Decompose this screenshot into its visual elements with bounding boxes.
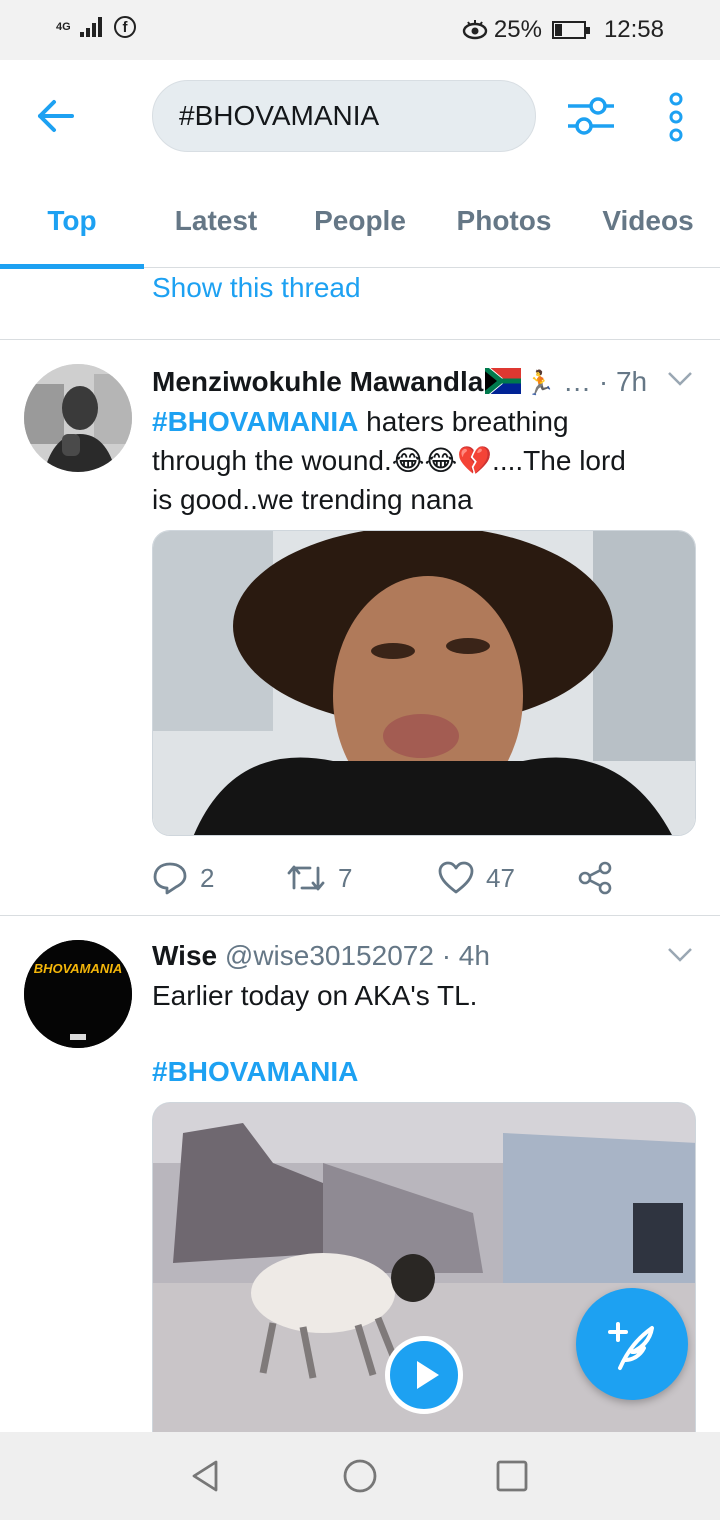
search-input[interactable]: #BHOVAMANIA xyxy=(152,80,536,152)
tweet-text: Earlier today on AKA's TL. xyxy=(152,980,478,1011)
tweet-actions: 2 7 47 xyxy=(152,856,652,900)
reply-count: 2 xyxy=(200,862,215,893)
nav-home-icon[interactable] xyxy=(342,1458,378,1494)
status-right: 25% 12:58 xyxy=(462,16,664,44)
signal-icon xyxy=(80,17,102,37)
runner-emoji-icon: 🏃 xyxy=(525,370,556,397)
clock: 12:58 xyxy=(603,16,664,43)
tab-photos[interactable]: Photos xyxy=(432,178,576,268)
share-button[interactable] xyxy=(578,856,612,900)
author-handle: … xyxy=(563,366,592,397)
chevron-down-icon[interactable] xyxy=(666,946,694,964)
tweet-divider xyxy=(0,915,720,916)
battery-fill xyxy=(554,24,563,36)
avatar[interactable]: BHOVAMANIA xyxy=(24,940,132,1048)
avatar-logo-text: BHOVAMANIA xyxy=(34,961,123,976)
tab-videos[interactable]: Videos xyxy=(576,178,720,268)
tweet-emojis: 😂😂💔 xyxy=(391,445,493,476)
play-video-button[interactable] xyxy=(385,1336,463,1414)
search-filter-icon[interactable] xyxy=(566,94,616,138)
tweet-divider xyxy=(0,339,720,340)
south-africa-flag-icon xyxy=(483,364,522,398)
author-handle: @wise30152072 xyxy=(224,940,434,971)
retweet-icon xyxy=(287,865,325,891)
nav-back-icon[interactable] xyxy=(188,1458,224,1494)
tweet-image[interactable] xyxy=(152,530,696,836)
tweet-hashtag: #BHOVAMANIA xyxy=(152,1052,632,1091)
reply-button[interactable]: 2 xyxy=(152,856,214,900)
tab-top[interactable]: Top xyxy=(0,178,144,269)
chevron-down-icon[interactable] xyxy=(666,370,694,388)
tweet-header: Menziwokuhle Mawandla 🏃 … · 7h xyxy=(152,364,648,398)
avatar-graphic: BHOVAMANIA xyxy=(24,940,132,1048)
retweet-count: 7 xyxy=(338,862,353,893)
avatar-photo xyxy=(24,364,132,472)
eye-comfort-icon xyxy=(462,20,488,40)
nav-recents-icon[interactable] xyxy=(494,1458,530,1494)
facebook-notification-icon: f xyxy=(114,16,136,38)
tweet-header: Wise @wise30152072 · 4h xyxy=(152,940,490,972)
tweet-time: · 7h xyxy=(598,366,648,397)
back-arrow-icon[interactable] xyxy=(34,94,78,138)
reply-icon xyxy=(153,862,187,895)
like-button[interactable]: 47 xyxy=(438,856,515,900)
tweet-text: #BHOVAMANIA haters breathing through the… xyxy=(152,402,632,519)
compose-feather-icon xyxy=(608,1322,654,1370)
battery-percent: 25% xyxy=(493,16,542,43)
compose-tweet-button[interactable] xyxy=(576,1288,688,1400)
author-name[interactable]: Wise xyxy=(152,940,217,971)
photo-of-boy-pouting xyxy=(153,531,695,835)
play-icon xyxy=(417,1361,439,1389)
share-icon xyxy=(578,861,612,895)
retweet-button[interactable]: 7 xyxy=(286,856,352,900)
author-name[interactable]: Menziwokuhle Mawandla xyxy=(152,366,483,397)
heart-icon xyxy=(438,861,474,894)
search-header: #BHOVAMANIA xyxy=(0,60,720,178)
tab-latest[interactable]: Latest xyxy=(144,178,288,268)
show-thread-link[interactable]: Show this thread xyxy=(152,272,361,304)
tab-people[interactable]: People xyxy=(288,178,432,268)
avatar[interactable] xyxy=(24,364,132,472)
hashtag-link[interactable]: #BHOVAMANIA xyxy=(152,1056,358,1087)
status-bar: 4G f 25% 12:58 xyxy=(0,0,720,60)
search-tabs: Top Latest People Photos Videos xyxy=(0,178,720,269)
status-left: 4G f xyxy=(56,16,136,38)
tweet-time: · 4h xyxy=(441,940,490,971)
overflow-menu-icon[interactable] xyxy=(664,92,688,142)
like-count: 47 xyxy=(486,862,515,893)
hashtag-link[interactable]: #BHOVAMANIA xyxy=(152,406,358,437)
battery-icon xyxy=(551,21,590,39)
system-navigation-bar xyxy=(0,1432,720,1520)
network-type: 4G xyxy=(56,20,71,33)
